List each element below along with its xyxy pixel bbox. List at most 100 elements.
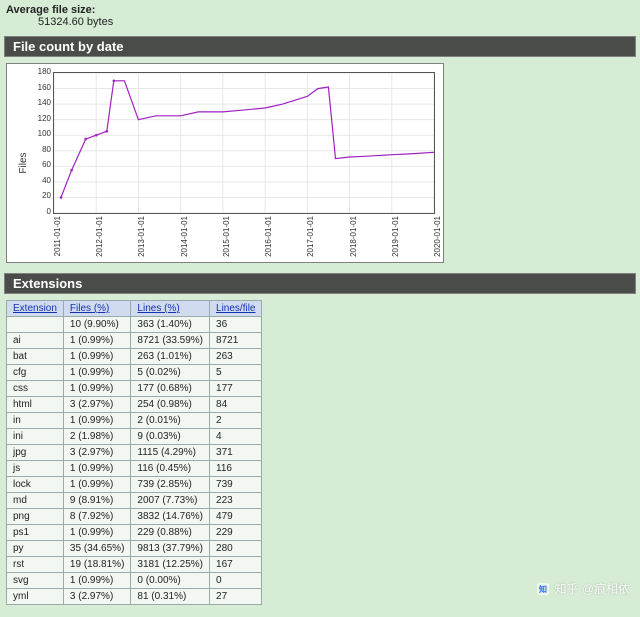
cell-files: 9 (8.91%) (63, 493, 130, 509)
cell-files: 8 (7.92%) (63, 509, 130, 525)
zhihu-watermark: 知 知乎 @痕相依 (536, 580, 630, 597)
section-file-count-by-date: File count by date (4, 36, 636, 57)
chart-xtick: 2016-01-01 (264, 216, 273, 257)
cell-lines: 116 (0.45%) (131, 461, 210, 477)
cell-ext: cfg (7, 365, 64, 381)
cell-lines: 81 (0.31%) (131, 589, 210, 605)
cell-lines: 3832 (14.76%) (131, 509, 210, 525)
cell-lpf: 177 (210, 381, 262, 397)
cell-lpf: 479 (210, 509, 262, 525)
avg-file-size-value: 51324.60 bytes (38, 16, 634, 28)
chart-ytick: 140 (38, 99, 51, 107)
cell-lpf: 229 (210, 525, 262, 541)
chart-plot-area (53, 72, 435, 214)
cell-lines: 3181 (12.25%) (131, 557, 210, 573)
zhihu-icon: 知 (536, 582, 550, 596)
table-row: css1 (0.99%)177 (0.68%)177 (7, 381, 262, 397)
chart-ytick: 120 (38, 115, 51, 123)
cell-ext: jpg (7, 445, 64, 461)
chart-ytick: 20 (42, 192, 51, 200)
cell-ext: ps1 (7, 525, 64, 541)
cell-lpf: 36 (210, 317, 262, 333)
cell-ext: svg (7, 573, 64, 589)
table-row: ini2 (1.98%)9 (0.03%)4 (7, 429, 262, 445)
cell-files: 1 (0.99%) (63, 525, 130, 541)
cell-lines: 5 (0.02%) (131, 365, 210, 381)
cell-lines: 263 (1.01%) (131, 349, 210, 365)
table-row: rst19 (18.81%)3181 (12.25%)167 (7, 557, 262, 573)
chart-ylabel: Files (18, 152, 29, 173)
table-row: bat1 (0.99%)263 (1.01%)263 (7, 349, 262, 365)
cell-lines: 9 (0.03%) (131, 429, 210, 445)
cell-lpf: 84 (210, 397, 262, 413)
cell-lpf: 8721 (210, 333, 262, 349)
svg-text:知: 知 (538, 583, 547, 593)
table-row: 10 (9.90%)363 (1.40%)36 (7, 317, 262, 333)
cell-ext: ai (7, 333, 64, 349)
chart-ytick: 40 (42, 177, 51, 185)
cell-lines: 2007 (7.73%) (131, 493, 210, 509)
chart-xtick: 2017-01-01 (306, 216, 315, 257)
cell-lines: 363 (1.40%) (131, 317, 210, 333)
table-row: svg1 (0.99%)0 (0.00%)0 (7, 573, 262, 589)
cell-ext: lock (7, 477, 64, 493)
cell-ext (7, 317, 64, 333)
cell-files: 1 (0.99%) (63, 477, 130, 493)
cell-files: 1 (0.99%) (63, 365, 130, 381)
chart-xtick: 2019-01-01 (391, 216, 400, 257)
cell-files: 3 (2.97%) (63, 397, 130, 413)
cell-lines: 739 (2.85%) (131, 477, 210, 493)
cell-lpf: 263 (210, 349, 262, 365)
ext-header-0[interactable]: Extension (7, 301, 64, 317)
cell-ext: ini (7, 429, 64, 445)
section-extensions: Extensions (4, 273, 636, 294)
chart-ytick: 80 (42, 146, 51, 154)
cell-lpf: 280 (210, 541, 262, 557)
chart-xtick: 2013-01-01 (137, 216, 146, 257)
chart-xtick: 2012-01-01 (95, 216, 104, 257)
cell-lpf: 2 (210, 413, 262, 429)
cell-ext: css (7, 381, 64, 397)
cell-ext: md (7, 493, 64, 509)
cell-lines: 1115 (4.29%) (131, 445, 210, 461)
cell-lpf: 739 (210, 477, 262, 493)
cell-lpf: 167 (210, 557, 262, 573)
cell-files: 35 (34.65%) (63, 541, 130, 557)
cell-ext: js (7, 461, 64, 477)
cell-lpf: 27 (210, 589, 262, 605)
cell-lines: 177 (0.68%) (131, 381, 210, 397)
ext-header-2[interactable]: Lines (%) (131, 301, 210, 317)
ext-header-3[interactable]: Lines/file (210, 301, 262, 317)
table-row: md9 (8.91%)2007 (7.73%)223 (7, 493, 262, 509)
chart-ytick: 160 (38, 84, 51, 92)
cell-files: 1 (0.99%) (63, 381, 130, 397)
ext-header-1[interactable]: Files (%) (63, 301, 130, 317)
cell-files: 3 (2.97%) (63, 589, 130, 605)
cell-lines: 2 (0.01%) (131, 413, 210, 429)
table-row: png8 (7.92%)3832 (14.76%)479 (7, 509, 262, 525)
cell-ext: yml (7, 589, 64, 605)
cell-files: 1 (0.99%) (63, 349, 130, 365)
cell-ext: in (7, 413, 64, 429)
cell-lpf: 5 (210, 365, 262, 381)
cell-ext: rst (7, 557, 64, 573)
cell-files: 3 (2.97%) (63, 445, 130, 461)
chart-file-count-by-date: Files 0204060801001201401601802011-01-01… (6, 63, 444, 263)
chart-ytick: 0 (47, 208, 51, 216)
chart-xtick: 2020-01-01 (433, 216, 442, 257)
chart-xtick: 2018-01-01 (349, 216, 358, 257)
chart-ytick: 60 (42, 161, 51, 169)
cell-ext: png (7, 509, 64, 525)
chart-xtick: 2015-01-01 (222, 216, 231, 257)
cell-lpf: 371 (210, 445, 262, 461)
cell-ext: bat (7, 349, 64, 365)
cell-files: 1 (0.99%) (63, 461, 130, 477)
chart-xtick: 2014-01-01 (180, 216, 189, 257)
table-row: py35 (34.65%)9813 (37.79%)280 (7, 541, 262, 557)
cell-ext: py (7, 541, 64, 557)
cell-lpf: 223 (210, 493, 262, 509)
cell-lines: 8721 (33.59%) (131, 333, 210, 349)
table-row: ai1 (0.99%)8721 (33.59%)8721 (7, 333, 262, 349)
cell-ext: html (7, 397, 64, 413)
extensions-table: ExtensionFiles (%)Lines (%)Lines/file 10… (6, 300, 262, 605)
